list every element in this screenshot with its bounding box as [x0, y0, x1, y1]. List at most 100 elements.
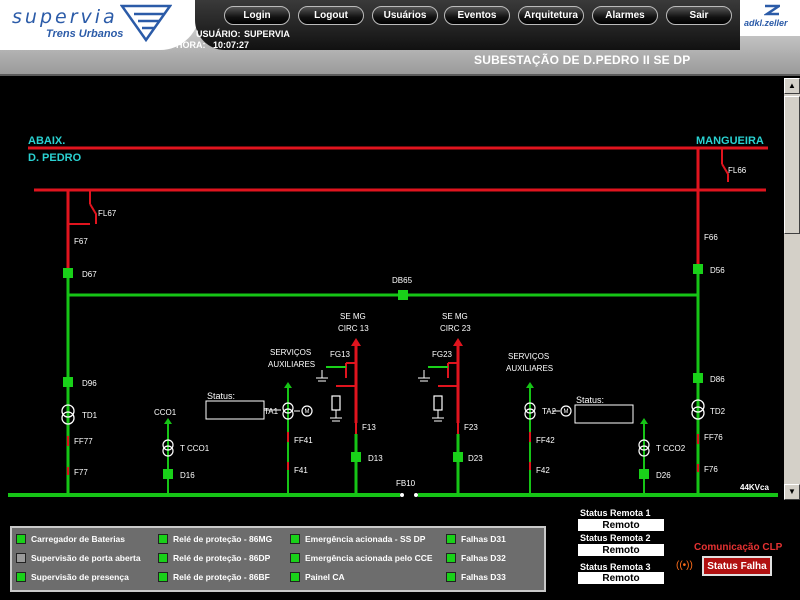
label-ta1: TA1	[264, 407, 279, 416]
led-icon	[16, 534, 26, 544]
label-d67: D67	[82, 270, 97, 279]
label-f13: F13	[362, 423, 376, 432]
label-circ-13: CIRC 13	[338, 324, 369, 333]
led-icon	[16, 553, 26, 563]
diagram-canvas: ABAIX. D. PEDRO MANGUEIRA FL66 FL67 F67 …	[8, 135, 778, 497]
logo-main: supervia	[12, 6, 118, 28]
scroll-up-icon[interactable]: ▲	[784, 78, 800, 94]
label-mangueira: MANGUEIRA	[696, 135, 764, 147]
led-icon	[158, 572, 168, 582]
remote-1-label: Status Remota 1	[580, 508, 651, 518]
status-item: Carregador de Baterias	[16, 532, 125, 546]
label-ff41: FF41	[294, 436, 313, 445]
label-d86: D86	[710, 375, 725, 384]
label-d16: D16	[180, 471, 195, 480]
page-title: SUBESTAÇÃO DE D.PEDRO II SE DP	[474, 53, 691, 67]
led-icon	[16, 572, 26, 582]
status-label-ta1: Status:	[207, 391, 235, 401]
breaker-d56[interactable]	[693, 264, 703, 274]
label-fl67: FL67	[98, 209, 117, 218]
single-line-diagram: ABAIX. D. PEDRO MANGUEIRA FL66 FL67 F67 …	[0, 78, 784, 500]
signal-icon: ((•))	[676, 560, 693, 571]
label-cco1: CCO1	[154, 408, 177, 417]
status-item: Supervisão de presença	[16, 570, 129, 584]
label-td2: TD2	[710, 407, 726, 416]
breaker-d13[interactable]	[351, 452, 361, 462]
label-f77: F77	[74, 468, 88, 477]
arquitetura-button[interactable]: Arquitetura	[518, 6, 584, 25]
header: supervia Trens Urbanos Login Logout Usuá…	[0, 0, 800, 76]
breaker-d23[interactable]	[453, 452, 463, 462]
status-item: Emergência acionada - SS DP	[290, 532, 425, 546]
label-abaix: ABAIX.	[28, 135, 65, 147]
breaker-d26[interactable]	[639, 469, 649, 479]
remote-2-value: Remoto	[578, 544, 664, 556]
label-d26: D26	[656, 471, 671, 480]
remote-1-value: Remoto	[578, 519, 664, 531]
breaker-db65[interactable]	[398, 290, 408, 300]
status-item: Painel CA	[290, 570, 345, 584]
label-f42: F42	[536, 466, 550, 475]
label-t-cco2: T CCO2	[656, 444, 686, 453]
status-label-ta2: Status:	[576, 395, 604, 405]
sair-button[interactable]: Sair	[666, 6, 732, 25]
status-item: Falhas D32	[446, 551, 506, 565]
breaker-d16[interactable]	[163, 469, 173, 479]
adk-logo: adkl.zeller	[740, 0, 800, 36]
remote-3-value: Remoto	[578, 572, 664, 584]
label-fg13: FG13	[330, 350, 351, 359]
led-icon	[158, 534, 168, 544]
label-ta2: TA2	[542, 407, 557, 416]
led-icon	[290, 534, 300, 544]
clp-status-button[interactable]: Status Falha	[702, 556, 772, 576]
bottom-panel: Carregador de Baterias Supervisão de por…	[0, 500, 800, 600]
supervia-logo-icon	[120, 4, 172, 42]
label-db65: DB65	[392, 276, 413, 285]
eventos-button[interactable]: Eventos	[444, 6, 510, 25]
led-icon	[290, 553, 300, 563]
time-label: HORA:	[176, 40, 206, 50]
led-icon	[446, 534, 456, 544]
status-item: Supervisão de porta aberta	[16, 551, 141, 565]
label-dpedro: D. PEDRO	[28, 152, 82, 164]
label-t-cco1: T CCO1	[180, 444, 210, 453]
vertical-scrollbar[interactable]: ▲ ▼	[784, 78, 800, 500]
label-f41: F41	[294, 466, 308, 475]
scroll-thumb[interactable]	[784, 96, 800, 234]
status-item: Emergência acionada pelo CCE	[290, 551, 433, 565]
label-voltage: 44KVca	[740, 483, 769, 492]
led-icon	[446, 572, 456, 582]
clp-label: Comunicação CLP	[694, 542, 783, 553]
label-fb10: FB10	[396, 479, 416, 488]
usuarios-button[interactable]: Usuários	[372, 6, 438, 25]
alarmes-button[interactable]: Alarmes	[592, 6, 658, 25]
remote-3-label: Status Remota 3	[580, 562, 651, 572]
label-se-mg-2: SE MG	[442, 312, 468, 321]
breaker-d96[interactable]	[63, 377, 73, 387]
scroll-down-icon[interactable]: ▼	[784, 484, 800, 500]
label-se-mg-1: SE MG	[340, 312, 366, 321]
logout-button[interactable]: Logout	[298, 6, 364, 25]
status-item: Relé de proteção - 86DP	[158, 551, 270, 565]
label-auxiliares-2: AUXILIARES	[506, 364, 553, 373]
login-button[interactable]: Login	[224, 6, 290, 25]
motor-label-2: M	[564, 409, 569, 415]
label-f76: F76	[704, 465, 718, 474]
label-ff76: FF76	[704, 433, 723, 442]
breaker-d86[interactable]	[693, 373, 703, 383]
scada-screen: supervia Trens Urbanos Login Logout Usuá…	[0, 0, 800, 600]
label-ff42: FF42	[536, 436, 555, 445]
user-label: USUÁRIO:	[196, 29, 241, 39]
time-value: 10:07:27	[213, 40, 250, 50]
label-servicos-1: SERVIÇOS	[270, 348, 311, 357]
label-auxiliares-1: AUXILIARES	[268, 360, 315, 369]
label-ff77: FF77	[74, 437, 93, 446]
led-icon	[158, 553, 168, 563]
label-f67: F67	[74, 237, 88, 246]
led-icon	[290, 572, 300, 582]
brand-right: adkl.zeller	[744, 18, 788, 28]
label-fg23: FG23	[432, 350, 453, 359]
breaker-d67[interactable]	[63, 268, 73, 278]
motor-label-1: M	[305, 409, 310, 415]
status-item: Falhas D33	[446, 570, 506, 584]
